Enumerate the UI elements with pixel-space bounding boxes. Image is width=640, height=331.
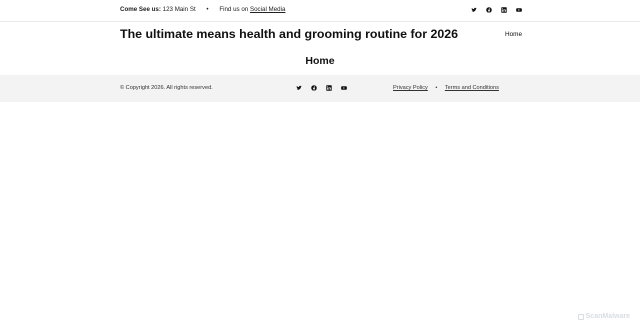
footer-social-icons xyxy=(296,85,347,91)
footer: © Copyright 2026. All rights reserved. P… xyxy=(0,75,640,102)
address-label: Come See us: xyxy=(120,6,161,13)
facebook-icon[interactable] xyxy=(486,7,492,13)
watermark-text: ScanMalware xyxy=(585,313,630,320)
separator-dot: • xyxy=(435,85,438,91)
terms-link[interactable]: Terms and Conditions xyxy=(445,85,499,91)
facebook-icon[interactable] xyxy=(311,85,317,91)
contact-info: Come See us: 123 Main St • Find us on So… xyxy=(120,6,285,13)
linkedin-icon[interactable] xyxy=(501,7,507,13)
linkedin-icon[interactable] xyxy=(326,85,332,91)
address-value: 123 Main St xyxy=(162,6,196,13)
privacy-policy-link[interactable]: Privacy Policy xyxy=(393,85,428,91)
watermark: ScanMalware xyxy=(577,313,630,320)
social-media-link[interactable]: Social Media xyxy=(250,6,285,13)
youtube-icon[interactable] xyxy=(341,85,347,91)
header-divider xyxy=(0,21,640,22)
youtube-icon[interactable] xyxy=(516,7,522,13)
find-us-text: Find us on xyxy=(219,6,249,13)
topbar-social-icons xyxy=(471,7,522,13)
twitter-icon[interactable] xyxy=(296,85,302,91)
top-bar: Come See us: 123 Main St • Find us on So… xyxy=(0,0,640,22)
twitter-icon[interactable] xyxy=(471,7,477,13)
nav-home-link[interactable]: Home xyxy=(505,31,522,38)
separator-dot: • xyxy=(206,6,209,13)
watermark-logo-icon xyxy=(577,313,584,320)
footer-links: Privacy Policy • Terms and Conditions xyxy=(393,85,499,91)
copyright-text: © Copyright 2026. All rights reserved. xyxy=(120,85,213,91)
site-title[interactable]: The ultimate means health and grooming r… xyxy=(120,27,458,41)
page-title: Home xyxy=(305,55,335,67)
